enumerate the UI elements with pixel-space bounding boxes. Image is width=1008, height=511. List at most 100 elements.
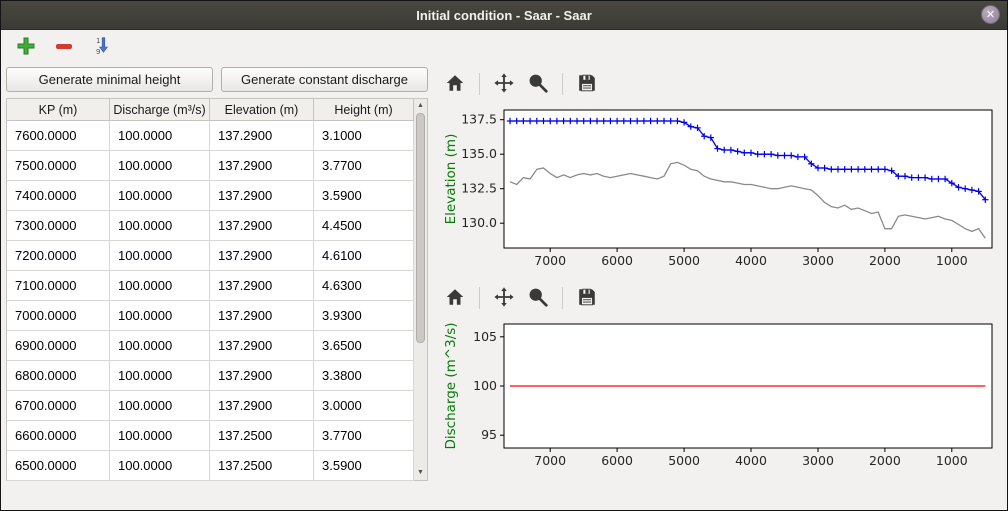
- table-cell[interactable]: 100.0000: [110, 151, 210, 181]
- column-header[interactable]: KP (m): [7, 99, 110, 121]
- toolbar-separator: [479, 287, 480, 309]
- svg-text:Discharge (m^3/s): Discharge (m^3/s): [443, 322, 459, 449]
- discharge-pan-button[interactable]: [489, 284, 519, 312]
- svg-text:5000: 5000: [668, 453, 700, 468]
- svg-text:4000: 4000: [735, 253, 767, 268]
- table-cell[interactable]: 7000.0000: [7, 301, 110, 331]
- svg-text:5000: 5000: [668, 253, 700, 268]
- table-cell[interactable]: 100.0000: [110, 331, 210, 361]
- svg-text:95: 95: [481, 427, 497, 442]
- table-cell[interactable]: 3.1000: [314, 121, 414, 151]
- elevation-pan-button[interactable]: [489, 70, 519, 98]
- sort-rows-button[interactable]: 1 9: [89, 34, 115, 60]
- sort-digit-bottom: 9: [96, 48, 100, 56]
- right-panel: 7000600050004000300020001000130.0132.513…: [428, 64, 1004, 481]
- discharge-save-button[interactable]: [572, 284, 602, 312]
- table-cell[interactable]: 3.9300: [314, 301, 414, 331]
- table-cell[interactable]: 4.6300: [314, 271, 414, 301]
- table-cell[interactable]: 6600.0000: [7, 421, 110, 451]
- table-cell[interactable]: 100.0000: [110, 451, 210, 481]
- table-cell[interactable]: 137.2900: [210, 301, 314, 331]
- table-cell[interactable]: 6500.0000: [7, 451, 110, 481]
- table-cell[interactable]: 3.6500: [314, 331, 414, 361]
- table-cell[interactable]: 137.2900: [210, 121, 314, 151]
- table-cell[interactable]: 100.0000: [110, 211, 210, 241]
- pan-icon: [493, 72, 515, 97]
- table-cell[interactable]: 6800.0000: [7, 361, 110, 391]
- table-cell[interactable]: 3.5900: [314, 181, 414, 211]
- sort-rows-icon: 1 9: [92, 36, 112, 59]
- svg-text:4000: 4000: [735, 453, 767, 468]
- table-scrollbar[interactable]: ▲ ▼: [414, 98, 428, 481]
- svg-text:1000: 1000: [936, 453, 968, 468]
- discharge-chart[interactable]: 700060005000400030002000100095100105Disc…: [440, 318, 998, 474]
- column-header[interactable]: Elevation (m): [210, 99, 314, 121]
- table-cell[interactable]: 6900.0000: [7, 331, 110, 361]
- table-cell[interactable]: 7100.0000: [7, 271, 110, 301]
- column-header[interactable]: Discharge (m³/s): [110, 99, 210, 121]
- scrollbar-thumb[interactable]: [416, 113, 425, 343]
- titlebar: Initial condition - Saar - Saar ✕: [1, 1, 1007, 30]
- svg-text:100: 100: [473, 378, 497, 393]
- table-cell[interactable]: 7400.0000: [7, 181, 110, 211]
- table-cell[interactable]: 137.2500: [210, 421, 314, 451]
- table-cell[interactable]: 100.0000: [110, 361, 210, 391]
- add-row-button[interactable]: [13, 34, 39, 60]
- table-row: 6800.0000100.0000137.29003.3800: [7, 361, 414, 391]
- table-cell[interactable]: 7500.0000: [7, 151, 110, 181]
- table-cell[interactable]: 137.2900: [210, 271, 314, 301]
- table-cell[interactable]: 100.0000: [110, 241, 210, 271]
- table-cell[interactable]: 3.7700: [314, 421, 414, 451]
- elevation-chart[interactable]: 7000600050004000300020001000130.0132.513…: [440, 104, 998, 274]
- table-cell[interactable]: 6700.0000: [7, 391, 110, 421]
- table-cell[interactable]: 137.2900: [210, 181, 314, 211]
- table-cell[interactable]: 137.2900: [210, 241, 314, 271]
- table-cell[interactable]: 100.0000: [110, 301, 210, 331]
- discharge-zoom-button[interactable]: [523, 284, 553, 312]
- elevation-save-button[interactable]: [572, 70, 602, 98]
- table-cell[interactable]: 4.6100: [314, 241, 414, 271]
- table-cell[interactable]: 100.0000: [110, 421, 210, 451]
- table-cell[interactable]: 3.3800: [314, 361, 414, 391]
- column-header[interactable]: Height (m): [314, 99, 414, 121]
- table-cell[interactable]: 100.0000: [110, 181, 210, 211]
- home-icon: [444, 72, 466, 97]
- table-cell[interactable]: 100.0000: [110, 391, 210, 421]
- svg-text:105: 105: [473, 329, 497, 344]
- table-cell[interactable]: 137.2900: [210, 391, 314, 421]
- elevation-home-button[interactable]: [440, 70, 470, 98]
- table-cell[interactable]: 137.2900: [210, 331, 314, 361]
- svg-text:6000: 6000: [601, 453, 633, 468]
- table-cell[interactable]: 137.2500: [210, 451, 314, 481]
- table-cell[interactable]: 100.0000: [110, 271, 210, 301]
- table-cell[interactable]: 137.2900: [210, 151, 314, 181]
- table-cell[interactable]: 7300.0000: [7, 211, 110, 241]
- close-button[interactable]: ✕: [981, 5, 1000, 24]
- generate-constant-discharge-button[interactable]: Generate constant discharge: [221, 67, 428, 92]
- table-cell[interactable]: 3.5900: [314, 451, 414, 481]
- left-panel: Generate minimal height Generate constan…: [6, 64, 428, 481]
- table-row: 6900.0000100.0000137.29003.6500: [7, 331, 414, 361]
- scroll-up-icon[interactable]: ▲: [414, 100, 427, 112]
- remove-row-button[interactable]: [51, 34, 77, 60]
- elevation-zoom-button[interactable]: [523, 70, 553, 98]
- svg-text:1000: 1000: [936, 253, 968, 268]
- table-cell[interactable]: 3.0000: [314, 391, 414, 421]
- table-cell[interactable]: 7600.0000: [7, 121, 110, 151]
- table-cell[interactable]: 100.0000: [110, 121, 210, 151]
- discharge-chart-toolbar: [440, 282, 998, 314]
- table-cell[interactable]: 137.2900: [210, 361, 314, 391]
- add-row-icon: [16, 36, 36, 59]
- table-cell[interactable]: 137.2900: [210, 211, 314, 241]
- svg-text:3000: 3000: [802, 453, 834, 468]
- svg-text:137.5: 137.5: [461, 112, 497, 127]
- home-icon: [444, 286, 466, 311]
- table-cell[interactable]: 4.4500: [314, 211, 414, 241]
- table-body: 7600.0000100.0000137.29003.10007500.0000…: [7, 121, 414, 481]
- svg-text:Elevation (m): Elevation (m): [443, 134, 459, 225]
- table-cell[interactable]: 3.7700: [314, 151, 414, 181]
- discharge-home-button[interactable]: [440, 284, 470, 312]
- generate-minimal-height-button[interactable]: Generate minimal height: [6, 67, 213, 92]
- scroll-down-icon[interactable]: ▼: [414, 467, 427, 479]
- table-cell[interactable]: 7200.0000: [7, 241, 110, 271]
